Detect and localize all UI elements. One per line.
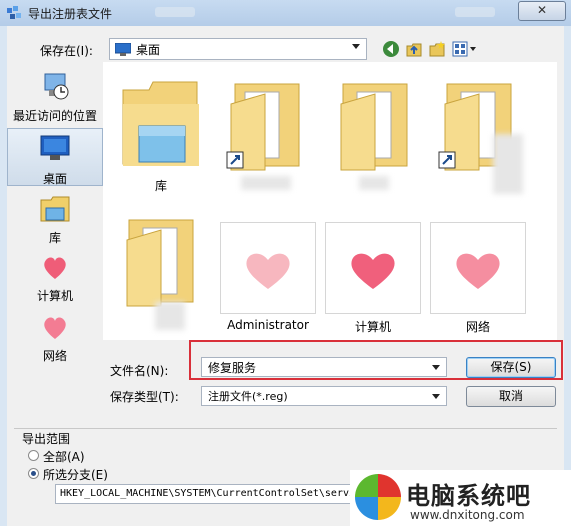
file-label: 计算机 [354, 320, 391, 334]
new-folder-icon[interactable] [428, 40, 446, 58]
export-registry-dialog: 导出注册表文件 ✕ 保存在(I): 桌面 最近访问的位置 桌面 库 计算机 网络… [0, 0, 571, 526]
heart-icon [351, 253, 395, 289]
place-recent[interactable]: 最近访问的位置 [7, 70, 103, 126]
radio-all[interactable] [28, 450, 39, 461]
file-label: 库 [154, 179, 167, 193]
recent-places-icon [44, 73, 69, 100]
title-bar: 导出注册表文件 ✕ [0, 0, 571, 26]
filetype-value: 注册文件(*.reg) [208, 390, 288, 403]
folder-icon [126, 219, 194, 307]
file-item-folder[interactable] [221, 74, 313, 194]
location-label: 保存在(I): [40, 44, 93, 58]
heart-icon [44, 257, 66, 279]
radio-selected-branch[interactable] [28, 468, 39, 479]
places-bar: 最近访问的位置 桌面 库 计算机 网络 [7, 62, 103, 412]
place-desktop[interactable]: 桌面 [7, 128, 103, 186]
export-range-label: 导出范围 [22, 432, 71, 446]
close-button[interactable]: ✕ [518, 1, 566, 21]
place-label: 计算机 [36, 289, 73, 303]
folder-shortcut-icon [226, 83, 300, 171]
file-item-computer[interactable] [325, 222, 421, 314]
file-item-folder[interactable] [115, 210, 207, 334]
library-folder-icon [122, 81, 199, 166]
up-folder-icon[interactable] [405, 40, 423, 58]
filetype-select[interactable]: 注册文件(*.reg) [201, 386, 447, 406]
place-label: 最近访问的位置 [12, 109, 97, 123]
desktop-icon [115, 43, 131, 56]
watermark-logo-icon [355, 474, 401, 520]
place-label: 网络 [42, 349, 67, 363]
radio-all-label[interactable]: 全部(A) [43, 448, 85, 465]
location-combo[interactable]: 桌面 [109, 38, 367, 60]
file-item-library[interactable]: 库 [115, 74, 207, 194]
view-menu-icon[interactable] [452, 40, 478, 58]
registry-icon [7, 6, 21, 19]
window-title: 导出注册表文件 [28, 7, 113, 21]
location-value: 桌面 [136, 43, 161, 57]
file-item-folder[interactable] [329, 74, 421, 194]
file-item-folder[interactable] [433, 74, 525, 194]
file-label: Administrator [227, 318, 309, 332]
heart-icon [246, 253, 290, 289]
heart-icon [456, 253, 500, 289]
place-libraries[interactable]: 库 [7, 194, 103, 246]
highlight-box [189, 340, 563, 380]
folder-icon [340, 83, 408, 171]
file-item-network[interactable] [430, 222, 526, 314]
watermark-brand: 电脑系统吧 [406, 482, 531, 510]
place-computer[interactable]: 计算机 [7, 252, 103, 304]
watermark-url: www.dnxitong.com [410, 508, 525, 522]
place-network[interactable]: 网络 [7, 312, 103, 364]
desktop-icon [40, 135, 70, 160]
radio-selected-branch-label[interactable]: 所选分支(E) [43, 466, 108, 483]
filename-label: 文件名(N): [110, 364, 169, 378]
filetype-label: 保存类型(T): [110, 390, 179, 404]
place-label: 库 [48, 231, 61, 245]
branch-path-field[interactable]: HKEY_LOCAL_MACHINE\SYSTEM\CurrentControl… [55, 484, 351, 504]
cancel-button[interactable]: 取消 [466, 386, 556, 407]
library-icon [40, 196, 70, 222]
heart-icon [44, 317, 66, 339]
chevron-down-icon [432, 394, 440, 399]
file-item-administrator[interactable] [220, 222, 316, 314]
place-label: 桌面 [42, 172, 67, 186]
file-list: 库 Administrator 计算机 网络 [103, 62, 557, 340]
file-label: 网络 [465, 320, 490, 334]
back-icon[interactable] [382, 40, 400, 58]
chevron-down-icon [352, 44, 360, 49]
